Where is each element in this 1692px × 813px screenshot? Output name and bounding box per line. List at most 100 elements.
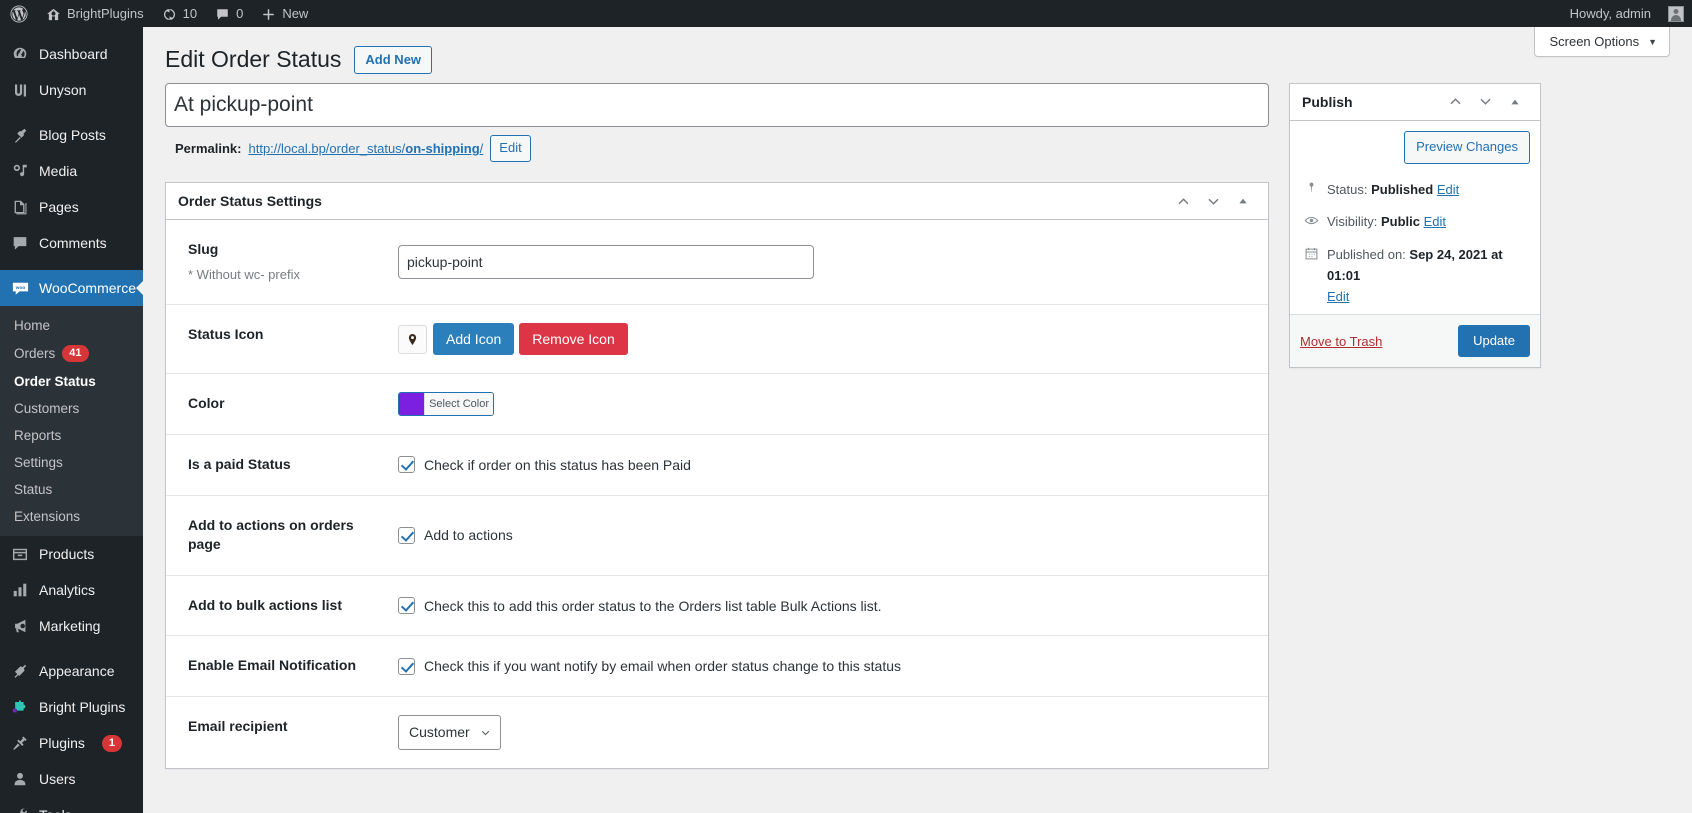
submenu-item-reports[interactable]: Reports [0, 422, 143, 449]
permalink-link[interactable]: http://local.bp/order_status/on-shipping… [248, 141, 483, 156]
toggle-panel-icon[interactable] [1502, 89, 1528, 115]
svg-text:woo: woo [14, 285, 25, 290]
sidebar-item-woocommerce[interactable]: woo WooCommerce [0, 270, 143, 306]
new-content-link[interactable]: New [252, 0, 317, 27]
content-columns: Permalink: http://local.bp/order_status/… [143, 82, 1692, 770]
visibility-value: Public [1380, 214, 1420, 230]
status-icon-label-cell: Status Icon [166, 304, 398, 373]
submenu-label: Customers [14, 401, 80, 416]
submenu-item-orders[interactable]: Orders 41 [0, 339, 143, 368]
sidebar-item-users[interactable]: Users [0, 761, 143, 797]
admin-sidebar: Dashboard Unyson Blog Posts Media Pages … [0, 27, 143, 813]
toggle-panel-icon[interactable] [1230, 188, 1256, 214]
submenu-item-order-status[interactable]: Order Status [0, 368, 143, 395]
sidebar-item-label: WooCommerce [39, 280, 136, 296]
move-down-icon[interactable] [1200, 188, 1226, 214]
add-new-button[interactable]: Add New [354, 45, 433, 75]
move-up-icon[interactable] [1442, 89, 1468, 115]
analytics-icon [10, 580, 30, 600]
email-recipient-label-cell: Email recipient [166, 697, 398, 769]
site-name-label: BrightPlugins [67, 6, 144, 21]
sidebar-item-products[interactable]: Products [0, 536, 143, 572]
paid-status-field-cell: Check if order on this status has been P… [398, 435, 1268, 496]
sidebar-item-appearance[interactable]: Appearance [0, 653, 143, 689]
update-button[interactable]: Update [1458, 324, 1530, 358]
remove-icon-button[interactable]: Remove Icon [519, 322, 628, 356]
edit-date-link[interactable]: Edit [1327, 287, 1530, 308]
email-notification-checkbox[interactable] [398, 657, 415, 675]
paid-status-checkbox[interactable] [398, 456, 415, 474]
slug-input[interactable] [398, 244, 814, 280]
sidebar-item-bright-plugins[interactable]: Bright Plugins [0, 689, 143, 725]
orders-actions-checkbox[interactable] [398, 526, 415, 544]
sidebar-item-label: Appearance [39, 663, 115, 679]
submenu-label: Extensions [14, 509, 81, 524]
status-prefix: Status: [1327, 181, 1368, 197]
orders-actions-checkbox-label[interactable]: Add to actions [424, 527, 513, 543]
move-down-icon[interactable] [1472, 89, 1498, 115]
move-to-trash-link[interactable]: Move to Trash [1300, 334, 1382, 349]
paid-status-checkbox-row: Check if order on this status has been P… [398, 456, 1258, 474]
email-notification-field-cell: Check this if you want notify by email w… [398, 636, 1268, 697]
screen-options-button[interactable]: Screen Options ▼ [1534, 27, 1670, 57]
edit-visibility-link[interactable]: Edit [1424, 214, 1446, 229]
add-icon-button[interactable]: Add Icon [433, 322, 515, 356]
publish-metabox: Publish Preview Changes Status: Publishe… [1289, 82, 1541, 369]
admin-bar-right: Howdy, admin [1561, 0, 1692, 27]
appearance-icon [10, 661, 30, 681]
orders-actions-label-cell: Add to actions on orders page [166, 495, 398, 575]
bulk-actions-label: Add to bulk actions list [188, 596, 343, 613]
my-account-link[interactable]: Howdy, admin [1561, 0, 1660, 27]
paid-status-checkbox-label[interactable]: Check if order on this status has been P… [424, 457, 691, 473]
updates-count: 10 [182, 6, 198, 21]
comments-link[interactable]: 0 [206, 0, 252, 27]
submenu-label: Settings [14, 455, 63, 470]
sidebar-item-plugins[interactable]: Plugins 1 [0, 725, 143, 761]
sidebar-item-pages[interactable]: Pages [0, 189, 143, 225]
submenu-item-status[interactable]: Status [0, 476, 143, 503]
sidebar-item-unyson[interactable]: Unyson [0, 72, 143, 108]
permalink-label: Permalink: [175, 141, 242, 157]
plugins-icon [10, 733, 30, 753]
sidebar-item-comments[interactable]: Comments [0, 225, 143, 261]
email-recipient-select[interactable]: Customer [398, 715, 501, 751]
color-swatch[interactable] [399, 393, 425, 416]
sidebar-item-tools[interactable]: Tools [0, 797, 143, 813]
permalink-base: http://local.bp/order_status/ [248, 141, 406, 157]
submenu-label: Orders [14, 346, 56, 361]
site-name-link[interactable]: BrightPlugins [37, 0, 153, 27]
submenu-item-home[interactable]: Home [0, 312, 143, 339]
menu-separator [0, 27, 143, 36]
color-picker[interactable]: Select Color [398, 392, 494, 417]
comments-icon [10, 233, 30, 253]
submenu-label: Order Status [14, 374, 96, 389]
color-field-cell: Select Color [398, 374, 1268, 435]
bulk-actions-checkbox[interactable] [398, 597, 415, 615]
updates-link[interactable]: 10 [153, 0, 206, 27]
email-notification-checkbox-label[interactable]: Check this if you want notify by email w… [424, 658, 901, 674]
edit-status-link[interactable]: Edit [1437, 182, 1459, 197]
email-notification-label-cell: Enable Email Notification [166, 636, 398, 697]
sidebar-item-marketing[interactable]: Marketing [0, 608, 143, 644]
permalink-trail: / [479, 141, 484, 157]
sidebar-item-analytics[interactable]: Analytics [0, 572, 143, 608]
post-title-input[interactable] [165, 82, 1269, 128]
orders-actions-checkbox-row: Add to actions [398, 526, 1258, 544]
wordpress-logo-icon[interactable] [0, 0, 37, 27]
bulk-actions-checkbox-label[interactable]: Check this to add this order status to t… [424, 598, 882, 614]
email-recipient-label: Email recipient [188, 718, 288, 735]
submenu-item-settings[interactable]: Settings [0, 449, 143, 476]
sidebar-item-dashboard[interactable]: Dashboard [0, 36, 143, 72]
sidebar-item-blog-posts[interactable]: Blog Posts [0, 117, 143, 153]
screen-options-label: Screen Options [1549, 34, 1640, 49]
primary-column: Permalink: http://local.bp/order_status/… [165, 82, 1269, 770]
avatar [1668, 5, 1684, 22]
submenu-item-customers[interactable]: Customers [0, 395, 143, 422]
publish-status-row: Status: Published Edit [1300, 174, 1530, 207]
edit-permalink-button[interactable]: Edit [490, 135, 531, 163]
preview-changes-button[interactable]: Preview Changes [1404, 130, 1530, 164]
move-up-icon[interactable] [1170, 188, 1196, 214]
sidebar-item-media[interactable]: Media [0, 153, 143, 189]
submenu-item-extensions[interactable]: Extensions [0, 503, 143, 530]
select-color-button[interactable]: Select Color [424, 393, 493, 416]
